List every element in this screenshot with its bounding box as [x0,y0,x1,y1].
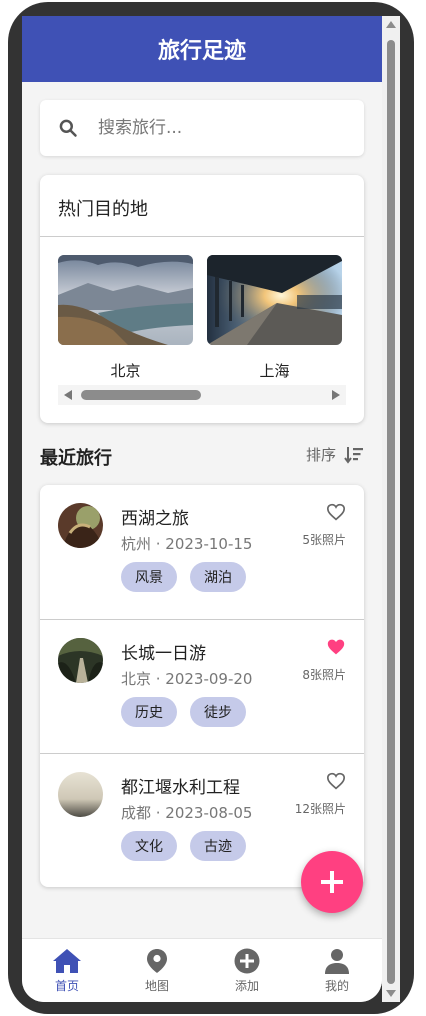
trip-name: 西湖之旅 [121,509,189,529]
trip-name: 都江堰水利工程 [121,778,240,798]
tag-chip[interactable]: 文化 [121,831,177,861]
scroll-left-icon[interactable] [64,390,72,400]
app-screen: 旅行足迹 热门目的地 北京 [22,16,382,1002]
destination-image [207,255,342,345]
map-pin-icon [147,949,167,973]
sort-label: 排序 [305,446,336,464]
search-icon [59,119,77,137]
app-title: 旅行足迹 [157,39,246,64]
scroll-thumb[interactable] [81,390,201,400]
trip-item[interactable]: 长城一日游 北京 · 2023-09-20 历史 徒步 8张照片 [40,619,364,753]
trip-name: 长城一日游 [121,644,206,664]
horizontal-scrollbar[interactable] [58,385,346,405]
recent-trips-title: 最近旅行 [40,448,112,469]
trip-meta: 北京 · 2023-09-20 [121,670,253,688]
nav-map[interactable]: 地图 [112,939,202,1002]
photo-count: 12张照片 [294,802,346,816]
search-box[interactable] [40,100,364,156]
scroll-down-icon[interactable] [386,990,396,997]
recent-trips-list: 西湖之旅 杭州 · 2023-10-15 风景 湖泊 5张照片 长城一日游 北京… [40,485,364,887]
scroll-up-icon[interactable] [386,21,396,28]
heart-filled-icon[interactable] [326,638,346,656]
destination-item-shanghai[interactable]: 上海 [207,255,342,381]
section-title: 热门目的地 [58,199,148,220]
popular-destinations-card: 热门目的地 北京 上海 [40,175,364,423]
nav-label: 地图 [144,979,169,993]
nav-add[interactable]: 添加 [202,939,292,1002]
tag-list: 文化 古迹 [121,831,246,861]
destination-label: 上海 [259,362,290,380]
nav-profile[interactable]: 我的 [292,939,382,1002]
home-icon [53,949,81,973]
trip-avatar [58,638,103,683]
tag-list: 风景 湖泊 [121,562,246,592]
bottom-navigation: 首页 地图 添加 我的 [22,938,382,1002]
trip-meta: 成都 · 2023-08-05 [121,804,253,822]
person-icon [325,949,349,974]
nav-label: 添加 [234,979,259,993]
app-bar: 旅行足迹 [22,16,382,82]
nav-label: 我的 [324,979,349,993]
divider [40,236,364,237]
scroll-thumb[interactable] [387,40,395,984]
tag-chip[interactable]: 风景 [121,562,177,592]
nav-label: 首页 [54,979,79,993]
trip-avatar [58,772,103,817]
heart-outline-icon[interactable] [326,772,346,790]
sort-icon [344,446,363,464]
trip-item[interactable]: 西湖之旅 杭州 · 2023-10-15 风景 湖泊 5张照片 [40,485,364,619]
photo-count: 8张照片 [302,668,346,682]
add-trip-fab[interactable] [301,851,363,913]
trip-avatar [58,503,103,548]
destination-item-beijing[interactable]: 北京 [58,255,193,381]
scroll-right-icon[interactable] [332,390,340,400]
plus-icon [321,871,343,893]
destination-image [58,255,193,345]
tag-chip[interactable]: 历史 [121,697,177,727]
vertical-scrollbar[interactable] [382,16,400,1002]
sort-button[interactable]: 排序 [306,444,364,465]
destination-label: 北京 [110,362,141,380]
tag-list: 历史 徒步 [121,697,246,727]
tag-chip[interactable]: 徒步 [190,697,246,727]
nav-home[interactable]: 首页 [22,939,112,1002]
trip-meta: 杭州 · 2023-10-15 [121,535,253,553]
tag-chip[interactable]: 湖泊 [190,562,246,592]
search-input[interactable] [96,117,336,139]
heart-outline-icon[interactable] [326,503,346,521]
add-circle-icon [234,948,260,974]
photo-count: 5张照片 [302,533,346,547]
tag-chip[interactable]: 古迹 [190,831,246,861]
